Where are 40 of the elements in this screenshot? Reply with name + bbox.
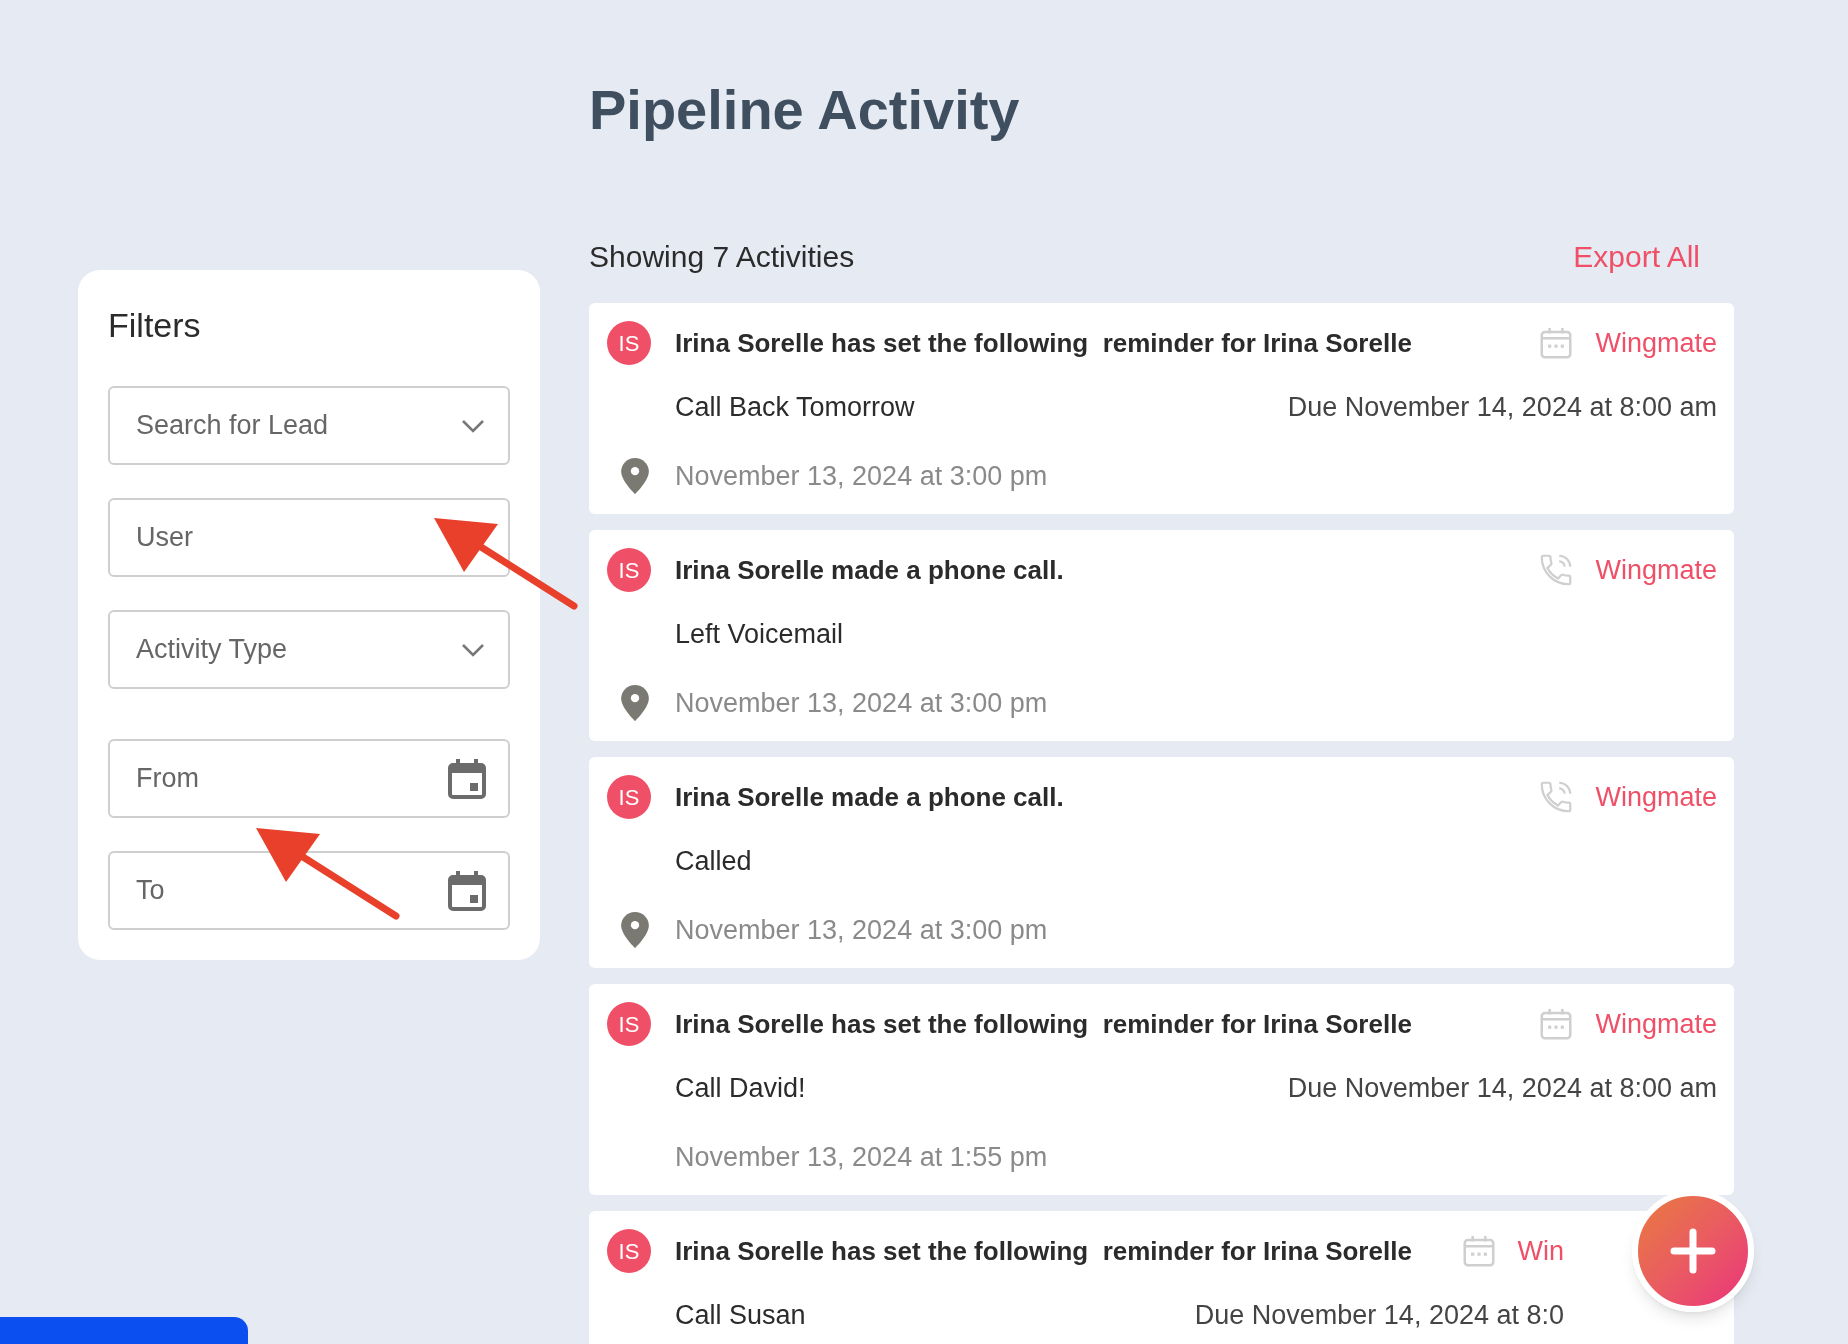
calendar-icon (448, 870, 486, 911)
date-field[interactable]: From (108, 739, 510, 818)
source-link[interactable]: Wingmate (1595, 549, 1717, 591)
chevron-down-icon (460, 641, 486, 658)
avatar: IS (607, 1002, 651, 1046)
activity-detail: Call Susan (675, 1299, 806, 1332)
activity-headline: Irina Sorelle has set the following reminder for Irina Sorelle (675, 1234, 1412, 1268)
dropdown-field[interactable]: Search for Lead (108, 386, 510, 465)
avatar: IS (607, 548, 651, 592)
activity-detail: Left Voicemail (675, 618, 844, 651)
avatar: IS (607, 775, 651, 819)
date-field[interactable]: To (108, 851, 510, 930)
due-date: Due November 14, 2024 at 8:00 am (1287, 1072, 1717, 1105)
avatar: IS (607, 1229, 651, 1273)
due-date: Due November 14, 2024 at 8:00 am (1287, 391, 1717, 424)
due-date: Due November 14, 2024 at 8:0 (1194, 1299, 1564, 1332)
activity-detail: Call Back Tomorrow (675, 391, 915, 424)
source-link[interactable]: Wingmate (1595, 1003, 1717, 1045)
export-all-link[interactable]: Export All (1573, 234, 1700, 279)
avatar: IS (607, 321, 651, 365)
activity-headline: Irina Sorelle has set the following reminder for Irina Sorelle (675, 326, 1412, 360)
dropdown-field[interactable]: Activity Type (108, 610, 510, 689)
chevron-down-icon (460, 417, 486, 434)
activity-detail: Call David! (675, 1072, 806, 1105)
source-link[interactable]: Win (1517, 1230, 1564, 1272)
activity-detail: Called (675, 845, 752, 878)
activity-count: Showing 7 Activities (589, 239, 855, 275)
input-field[interactable]: User (108, 498, 510, 577)
activity-headline: Irina Sorelle made a phone call. (675, 553, 1064, 587)
activity-timestamp: November 13, 2024 at 3:00 pm (675, 459, 1048, 493)
filters-title: Filters (108, 305, 202, 346)
source-link[interactable]: Wingmate (1595, 776, 1717, 818)
activity-timestamp: November 13, 2024 at 3:00 pm (675, 686, 1048, 720)
activity-headline: Irina Sorelle made a phone call. (675, 780, 1064, 814)
source-link[interactable]: Wingmate (1595, 322, 1717, 364)
plus-icon (1670, 1228, 1716, 1274)
activity-timestamp: November 13, 2024 at 1:55 pm (675, 1140, 1048, 1174)
activity-headline: Irina Sorelle has set the following reminder for Irina Sorelle (675, 1007, 1412, 1041)
calendar-icon (448, 758, 486, 799)
activity-timestamp: November 13, 2024 at 3:00 pm (675, 913, 1048, 947)
